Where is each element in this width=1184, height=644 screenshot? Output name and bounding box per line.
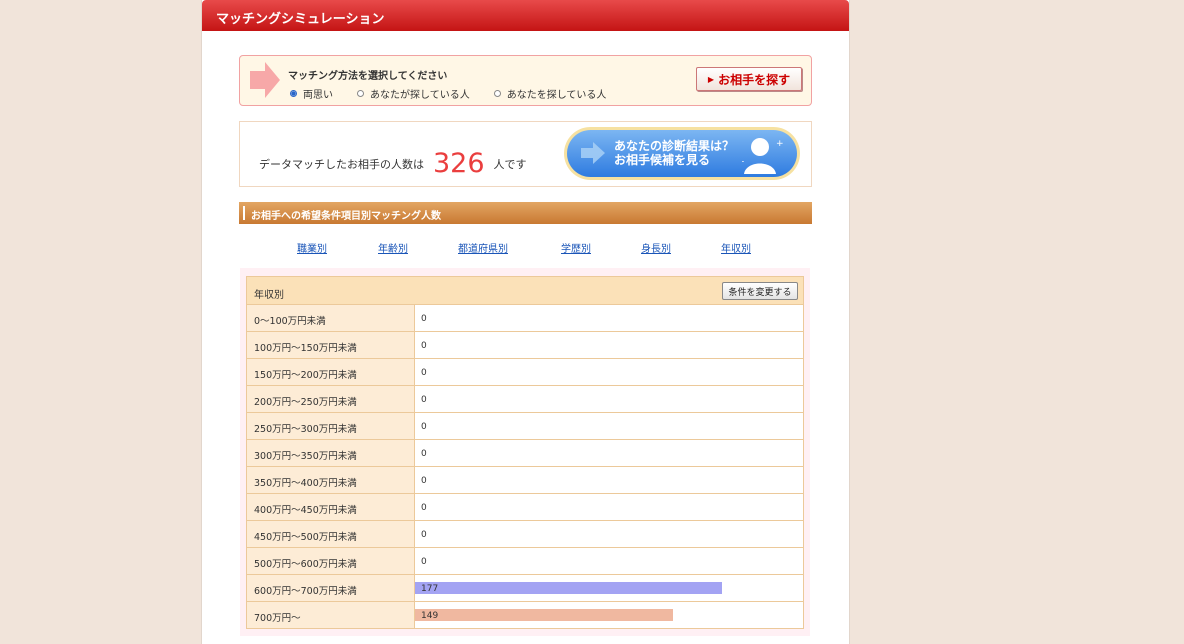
row-value: 149	[421, 611, 439, 621]
table-row: 450万円〜500万円未満 0	[246, 521, 804, 548]
tab-occupation[interactable]: 職業別	[297, 240, 327, 255]
match-count-text: データマッチしたお相手の人数は 326 人です	[259, 144, 527, 179]
svg-text:+: +	[776, 139, 784, 149]
tab-prefecture[interactable]: 都道府県別	[458, 240, 508, 255]
radio-you-search[interactable]: あなたが探している人	[357, 86, 470, 101]
row-category-label: 100万円〜150万円未満	[254, 343, 357, 354]
page-title: マッチングシミュレーション	[216, 12, 385, 27]
row-category-label: 250万円〜300万円未満	[254, 424, 357, 435]
triangle-right-icon: ▶	[707, 74, 715, 84]
row-category-label: 150万円〜200万円未満	[254, 370, 357, 381]
row-category-label: 500万円〜600万円未満	[254, 559, 357, 570]
search-partner-button[interactable]: ▶ お相手を探す	[696, 67, 802, 91]
method-prompt: マッチング方法を選択してください	[288, 71, 448, 82]
row-category-label: 450万円〜500万円未満	[254, 532, 357, 543]
tab-education[interactable]: 学歴別	[561, 240, 591, 255]
row-value: 0	[421, 530, 427, 540]
diagnosis-line-1: あなたの診断結果は？	[614, 139, 735, 153]
row-value: 0	[421, 341, 427, 351]
table-row: 350万円〜400万円未満 0	[246, 467, 804, 494]
table-row: 700万円〜 149	[246, 602, 804, 629]
radio-label: あなたを探している人	[506, 90, 607, 101]
row-value: 0	[421, 314, 427, 324]
row-value: 177	[421, 584, 439, 594]
table-row: 300万円〜350万円未満 0	[246, 440, 804, 467]
income-table: 年収別 条件を変更する 0〜100万円未満 0 100万円〜150万円未満 0 150万…	[240, 268, 810, 636]
count-prefix: データマッチしたお相手の人数は	[259, 158, 424, 171]
matching-panel: マッチングシミュレーション マッチング方法を選択してください 両思い あなたが探…	[201, 0, 850, 644]
change-conditions-button[interactable]: 条件を変更する	[722, 282, 798, 300]
table-row: 500万円〜600万円未満 0	[246, 548, 804, 575]
row-bar	[415, 582, 722, 594]
table-row: 150万円〜200万円未満 0	[246, 359, 804, 386]
row-value: 0	[421, 449, 427, 459]
diagnosis-label: あなたの診断結果は？ お相手候補を見る	[614, 139, 734, 167]
row-category-label: 350万円〜400万円未満	[254, 478, 357, 489]
arrow-right-icon	[581, 142, 605, 164]
row-category: 150万円〜200万円未満	[247, 359, 415, 385]
row-category: 600万円〜700万円未満	[247, 575, 415, 601]
row-value: 0	[421, 476, 427, 486]
table-row: 0〜100万円未満 0	[246, 305, 804, 332]
table-heading: 年収別	[254, 290, 284, 301]
row-category: 250万円〜300万円未満	[247, 413, 415, 439]
diagnosis-button-inner[interactable]: あなたの診断結果は？ お相手候補を見る + +	[567, 130, 797, 177]
match-count-number: 326	[433, 148, 485, 179]
row-category: 700万円〜	[247, 602, 415, 628]
title-bar: マッチングシミュレーション	[202, 0, 849, 31]
match-count-box: データマッチしたお相手の人数は 326 人です あなたの診断結果は？ お相手候補…	[239, 121, 812, 187]
method-radio-group: 両思い あなたが探している人 あなたを探している人	[290, 86, 630, 101]
method-selector: マッチング方法を選択してください 両思い あなたが探している人 あなたを探してい…	[239, 55, 812, 106]
row-category: 400万円〜450万円未満	[247, 494, 415, 520]
row-category-label: 400万円〜450万円未満	[254, 505, 357, 516]
person-silhouette-icon: + +	[742, 138, 784, 174]
radio-label: あなたが探している人	[370, 90, 470, 101]
diagnosis-line-2: お相手候補を見る	[614, 153, 711, 167]
radio-label: 両思い	[303, 90, 333, 101]
tab-income[interactable]: 年収別	[721, 240, 751, 255]
row-category: 500万円〜600万円未満	[247, 548, 415, 574]
table-header: 年収別 条件を変更する	[246, 276, 804, 305]
radio-dot[interactable]	[357, 90, 364, 97]
section-header-marker	[243, 206, 245, 220]
row-value: 0	[421, 368, 427, 378]
table-row: 100万円〜150万円未満 0	[246, 332, 804, 359]
category-tabs: 職業別 年齢別 都道府県別 学歴別 身長別 年収別	[239, 240, 812, 255]
row-value: 0	[421, 503, 427, 513]
row-category-label: 200万円〜250万円未満	[254, 397, 357, 408]
row-category: 350万円〜400万円未満	[247, 467, 415, 493]
search-button-label: お相手を探す	[718, 72, 791, 87]
row-category-label: 600万円〜700万円未満	[254, 586, 357, 597]
radio-dot[interactable]	[290, 90, 297, 97]
row-category-label: 300万円〜350万円未満	[254, 451, 357, 462]
radio-mutual[interactable]: 両思い	[290, 86, 333, 101]
section-header: お相手への希望条件項目別マッチング人数	[239, 202, 812, 224]
row-category: 300万円〜350万円未満	[247, 440, 415, 466]
table-row: 200万円〜250万円未満 0	[246, 386, 804, 413]
row-category: 100万円〜150万円未満	[247, 332, 415, 358]
table-row: 250万円〜300万円未満 0	[246, 413, 804, 440]
table-row: 600万円〜700万円未満 177	[246, 575, 804, 602]
table-row: 400万円〜450万円未満 0	[246, 494, 804, 521]
section-title: お相手への希望条件項目別マッチング人数	[251, 211, 441, 222]
row-value: 0	[421, 395, 427, 405]
row-category: 0〜100万円未満	[247, 305, 415, 331]
row-value: 0	[421, 422, 427, 432]
count-suffix: 人です	[493, 158, 527, 171]
row-category: 200万円〜250万円未満	[247, 386, 415, 412]
row-category-label: 700万円〜	[254, 613, 301, 624]
tab-height[interactable]: 身長別	[641, 240, 671, 255]
svg-text:+: +	[742, 157, 745, 166]
row-category: 450万円〜500万円未満	[247, 521, 415, 547]
row-category-label: 0〜100万円未満	[254, 316, 326, 327]
row-bar	[415, 609, 673, 621]
tab-age[interactable]: 年齢別	[378, 240, 408, 255]
diagnosis-button[interactable]: あなたの診断結果は？ お相手候補を見る + +	[564, 127, 800, 180]
row-value: 0	[421, 557, 427, 567]
radio-dot[interactable]	[493, 90, 501, 97]
arrow-right-icon	[250, 62, 280, 98]
radio-searching-you[interactable]: あなたを探している人	[493, 86, 607, 101]
